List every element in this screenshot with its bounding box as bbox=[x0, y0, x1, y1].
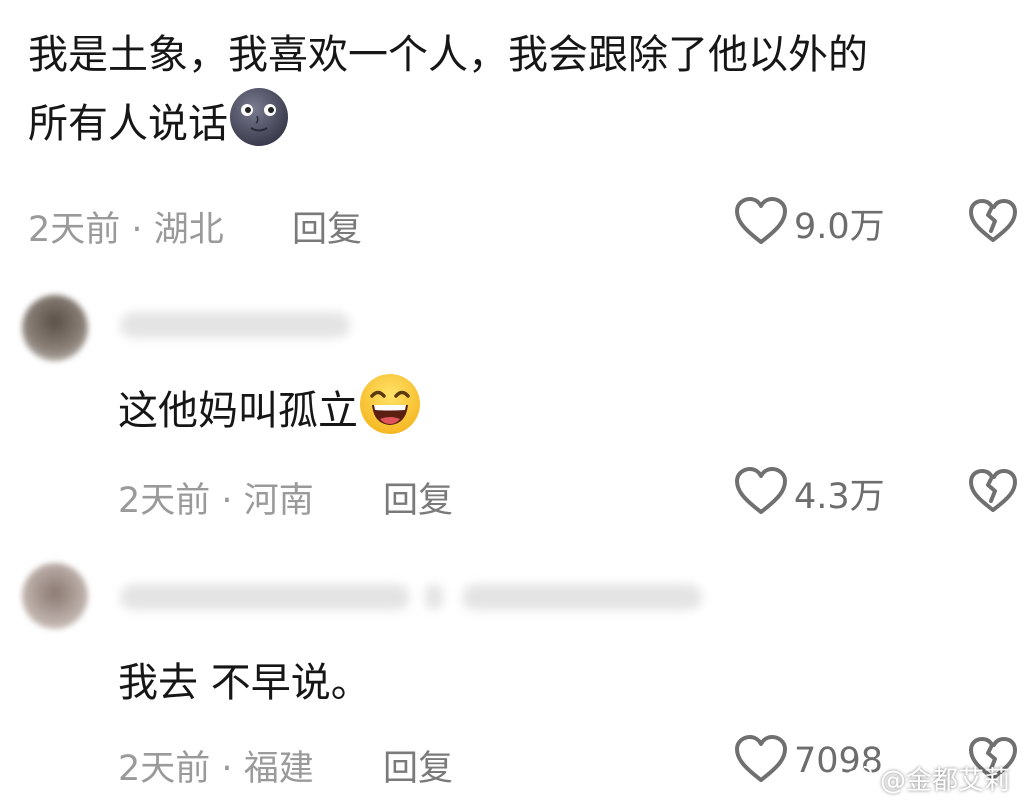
comment-3-reply-button[interactable]: 回复 bbox=[383, 740, 453, 791]
comment-1-like-button[interactable]: 9.0万 bbox=[734, 196, 885, 250]
reply-arrow-blurred bbox=[425, 584, 443, 610]
comment-3-time: 2天前 bbox=[118, 749, 211, 789]
comment-2-dislike-button[interactable] bbox=[968, 468, 1018, 518]
reply-target-username-blurred[interactable] bbox=[462, 584, 702, 610]
comment-2-like-button[interactable]: 4.3万 bbox=[734, 466, 885, 520]
broken-heart-icon bbox=[968, 469, 1018, 518]
comment-1-meta: 2天前 · 湖北 bbox=[28, 210, 224, 250]
username-blurred[interactable] bbox=[120, 584, 410, 610]
comment-2-time: 2天前 bbox=[118, 481, 211, 521]
broken-heart-icon bbox=[968, 199, 1018, 248]
comment-3-meta: 2天前 · 福建 bbox=[118, 749, 314, 789]
comment-1-reply-button[interactable]: 回复 bbox=[292, 201, 362, 252]
heart-outline-icon bbox=[734, 466, 788, 520]
heart-outline-icon bbox=[734, 734, 788, 788]
comment-3-text: 我去 不早说。 bbox=[118, 660, 371, 706]
comment-3-location: 福建 bbox=[243, 749, 314, 789]
grinning-smiling-eyes-emoji bbox=[358, 372, 422, 454]
watermark-text: @金都艾莉 bbox=[879, 766, 1010, 796]
comment-1-text: 我是土象，我喜欢一个人，我会跟除了他以外的 所有人说话 bbox=[28, 24, 868, 166]
avatar[interactable] bbox=[22, 295, 88, 361]
comment-2-meta: 2天前 · 河南 bbox=[118, 481, 314, 521]
new-moon-face-emoji bbox=[228, 86, 290, 166]
comment-1-like-count: 9.0万 bbox=[794, 206, 885, 247]
heart-outline-icon bbox=[734, 196, 788, 250]
comment-1-location: 湖北 bbox=[153, 210, 224, 250]
comment-1-time: 2天前 bbox=[28, 210, 121, 250]
username-blurred[interactable] bbox=[120, 312, 350, 338]
comment-2-location: 河南 bbox=[243, 481, 314, 521]
watermark: @金都艾莉 bbox=[844, 760, 1010, 797]
comment-2-like-count: 4.3万 bbox=[794, 476, 885, 517]
comment-2-reply-button[interactable]: 回复 bbox=[383, 472, 453, 523]
comment-1-dislike-button[interactable] bbox=[968, 198, 1018, 248]
weibo-icon bbox=[844, 763, 874, 794]
comment-2-text: 这他妈叫孤立 bbox=[118, 372, 422, 454]
avatar[interactable] bbox=[22, 563, 88, 629]
